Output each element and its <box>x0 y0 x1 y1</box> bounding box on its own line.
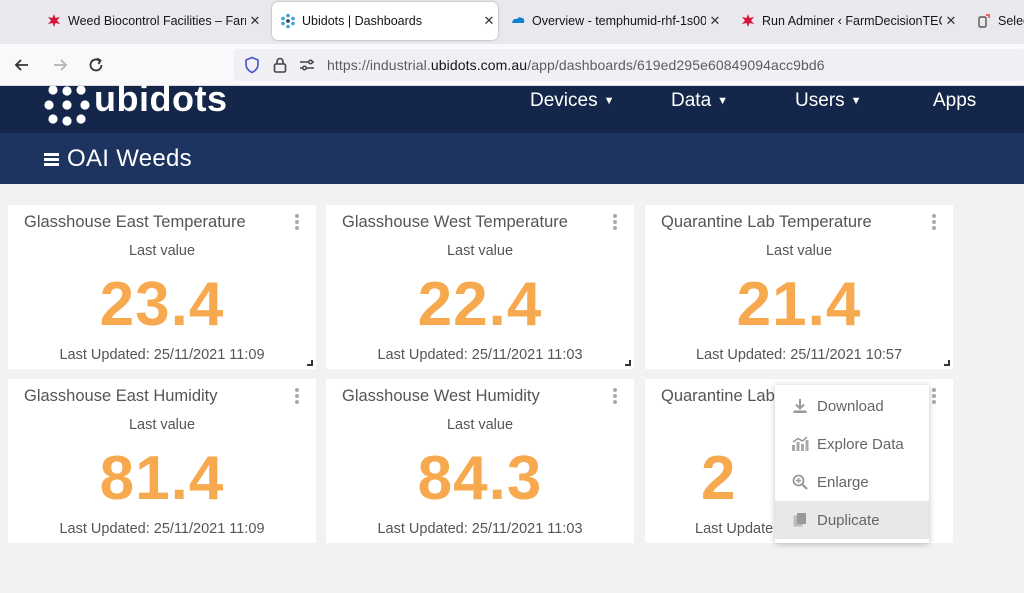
widget-subtitle: Last value <box>128 417 196 433</box>
nsw-icon <box>46 13 62 29</box>
menu-item-explore-data[interactable]: Explore Data <box>775 425 929 463</box>
kebab-menu-icon[interactable] <box>612 388 618 404</box>
menu-item-label: Explore Data <box>817 435 904 453</box>
menu-users[interactable]: Users ▼ <box>795 90 862 112</box>
menu-item-label: Download <box>817 397 884 415</box>
tab-title: Select <box>998 14 1024 28</box>
browser-tab-strip: Weed Biocontrol Facilities – Farm ✕ Ubid… <box>0 0 1024 44</box>
page-icon <box>976 13 992 29</box>
forward-arrow-icon[interactable] <box>48 53 72 77</box>
widget-value: 23.4 <box>99 270 225 339</box>
resize-handle-icon[interactable] <box>944 360 950 366</box>
widget-subtitle: Last value <box>446 243 514 259</box>
widget-value: 84.3 <box>417 444 543 513</box>
logo-dots-icon <box>44 86 90 126</box>
widget-value: 21.4 <box>736 270 862 339</box>
widget-title: Glasshouse East Temperature <box>24 213 246 231</box>
kebab-menu-icon[interactable] <box>612 214 618 230</box>
close-icon[interactable]: ✕ <box>246 13 264 29</box>
ubidots-logo[interactable]: ubidots <box>44 78 227 126</box>
widget-last-updated: Last Updated: 25/11/2021 11:03 <box>377 347 583 363</box>
widget-value: 22.4 <box>417 270 543 339</box>
copy-icon <box>791 511 809 529</box>
menu-item-label: Enlarge <box>817 473 869 491</box>
widget-glasshouse-west-temperature[interactable]: Glasshouse West Temperature Last value 2… <box>326 205 634 369</box>
widget-quarantine-lab-temperature[interactable]: Quarantine Lab Temperature Last value 21… <box>645 205 953 369</box>
widget-title: Glasshouse West Temperature <box>342 213 568 231</box>
kebab-menu-icon[interactable] <box>931 214 937 230</box>
widget-glasshouse-east-humidity[interactable]: Glasshouse East Humidity Last value 81.4… <box>8 379 316 543</box>
menu-item-enlarge[interactable]: Enlarge <box>775 463 929 501</box>
browser-tab-select[interactable]: Select <box>976 2 1024 40</box>
menu-devices[interactable]: Devices ▼ <box>530 90 614 112</box>
shield-icon[interactable] <box>243 56 261 79</box>
browser-tab-adminer[interactable]: Run Adminer ‹ FarmDecisionTECH ✕ <box>740 2 960 40</box>
download-icon <box>791 397 809 415</box>
kebab-menu-icon[interactable] <box>294 388 300 404</box>
browser-tab-ttn-overview[interactable]: Overview - temphumid-rhf-1s00 ✕ <box>510 2 724 40</box>
url-bar[interactable]: https://industrial.ubidots.com.au/app/da… <box>234 49 1024 81</box>
back-arrow-icon[interactable] <box>10 53 34 77</box>
permissions-icon[interactable] <box>298 57 316 78</box>
widget-value: 81.4 <box>99 444 225 513</box>
menu-apps[interactable]: Apps <box>933 90 976 112</box>
caret-down-icon: ▼ <box>717 94 729 107</box>
reload-icon[interactable] <box>84 53 108 77</box>
widget-title: Glasshouse West Humidity <box>342 387 540 405</box>
widget-glasshouse-east-temperature[interactable]: Glasshouse East Temperature Last value 2… <box>8 205 316 369</box>
tab-title: Run Adminer ‹ FarmDecisionTECH <box>762 14 942 28</box>
widget-last-updated: Last Updated: 25/11/2021 10:57 <box>695 347 903 363</box>
ubidots-icon <box>280 13 296 29</box>
browser-tab-ubidots[interactable]: Ubidots | Dashboards ✕ <box>272 2 498 40</box>
resize-handle-icon[interactable] <box>307 360 313 366</box>
dashboard-header: OAI Weeds <box>0 133 1024 184</box>
widget-last-updated: Last Updated: 25/11/2021 11:09 <box>59 347 265 363</box>
menu-item-duplicate[interactable]: Duplicate <box>775 501 929 539</box>
tab-title: Ubidots | Dashboards <box>302 14 422 28</box>
caret-down-icon: ▼ <box>603 94 615 107</box>
kebab-menu-icon[interactable] <box>931 388 937 404</box>
chart-icon <box>791 435 809 453</box>
widget-title: Glasshouse East Humidity <box>24 387 218 405</box>
close-icon[interactable]: ✕ <box>706 13 724 29</box>
caret-down-icon: ▼ <box>850 94 862 107</box>
menu-data[interactable]: Data ▼ <box>671 90 728 112</box>
nsw-icon <box>740 13 756 29</box>
widget-title: Quarantine Lab Temperature <box>661 213 872 231</box>
widget-glasshouse-west-humidity[interactable]: Glasshouse West Humidity Last value 84.3… <box>326 379 634 543</box>
app-header: ubidots Devices ▼ Data ▼ Users ▼ Apps <box>0 78 1024 133</box>
resize-handle-icon[interactable] <box>625 360 631 366</box>
close-icon[interactable]: ✕ <box>942 13 960 29</box>
widget-last-updated: Last Updated: 25/11/2021 11:09 <box>59 521 265 537</box>
hamburger-menu-icon[interactable] <box>44 153 59 166</box>
widget-subtitle: Last value <box>128 243 196 259</box>
menu-item-label: Duplicate <box>817 511 880 529</box>
widget-value: 2 <box>701 444 737 513</box>
tab-title: Overview - temphumid-rhf-1s00 <box>532 14 706 28</box>
url-text[interactable]: https://industrial.ubidots.com.au/app/da… <box>327 57 825 73</box>
kebab-menu-icon[interactable] <box>294 214 300 230</box>
close-icon[interactable]: ✕ <box>480 13 498 29</box>
widget-subtitle: Last value <box>446 417 514 433</box>
ttn-icon <box>510 13 526 29</box>
lock-icon[interactable] <box>272 56 288 79</box>
zoom-in-icon <box>791 473 809 491</box>
dashboard-title: OAI Weeds <box>67 145 192 172</box>
widget-context-menu: Download Explore Data Enlarge Duplicate <box>775 385 929 543</box>
tab-title: Weed Biocontrol Facilities – Farm <box>68 14 246 28</box>
widget-title: Quarantine Lab <box>661 387 775 405</box>
widget-subtitle: Last value <box>765 243 833 259</box>
menu-item-download[interactable]: Download <box>775 387 929 425</box>
logo-text: ubidots <box>94 78 228 119</box>
widget-last-updated: Last Updated: 25/11/2021 11:03 <box>377 521 583 537</box>
browser-tab-weed-biocontrol[interactable]: Weed Biocontrol Facilities – Farm ✕ <box>46 2 264 40</box>
